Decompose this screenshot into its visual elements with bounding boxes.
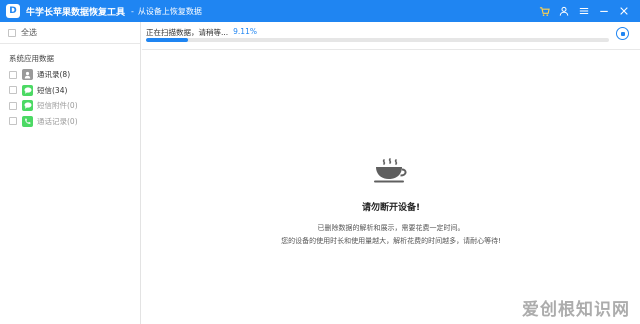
center-message-line1: 已删除数据的解析和展示，需要花费一定时间。 — [317, 224, 465, 232]
center-title: 请勿断开设备! — [361, 203, 421, 213]
stop-icon — [620, 31, 625, 36]
contacts-icon — [22, 69, 33, 81]
cart-icon[interactable] — [534, 0, 554, 22]
app-subtitle: 从设备上恢复数据 — [137, 6, 202, 16]
minimize-icon[interactable] — [594, 0, 614, 22]
window-controls — [534, 0, 634, 22]
section-title: 系统应用数据 — [9, 54, 54, 63]
stop-scan-button[interactable] — [616, 27, 629, 40]
select-all-row[interactable]: 全选 — [0, 22, 140, 44]
progress-fill — [146, 38, 189, 42]
sidebar: 全选 系统应用数据 通讯录(8) 短信(34) 短信附件(0) 通话记录(0) — [0, 22, 141, 324]
item-label: 短信附件(0) — [37, 101, 78, 111]
item-label: 通讯录(8) — [37, 70, 71, 80]
close-icon[interactable] — [614, 0, 634, 22]
title-bar: D 牛学长苹果数据恢复工具 - 从设备上恢复数据 — [0, 0, 640, 22]
attachment-icon — [22, 100, 33, 112]
item-checkbox[interactable] — [9, 117, 17, 126]
category-list: 通讯录(8) 短信(34) 短信附件(0) 通话记录(0) — [0, 67, 140, 129]
app-logo-icon: D — [6, 4, 20, 18]
menu-icon[interactable] — [574, 0, 594, 22]
list-item-contacts[interactable]: 通讯录(8) — [0, 67, 140, 83]
coffee-cup-icon — [374, 158, 407, 183]
center-message-line2: 您的设备的使用时长和使用量越大，解析花费的时间越多，请耐心等待! — [281, 237, 501, 245]
list-item-sms[interactable]: 短信(34) — [0, 83, 140, 99]
progress-bar — [146, 38, 609, 42]
phone-icon — [22, 115, 33, 127]
scan-status: 正在扫描数据，请稍等... 9.11% — [146, 27, 257, 38]
main-panel: 正在扫描数据，请稍等... 9.11% 请勿断开设备! 已删除数据的解析和展示，… — [142, 22, 640, 324]
scan-progress-percent: 9.11% — [233, 27, 257, 36]
scan-status-text: 正在扫描数据，请稍等... — [146, 28, 229, 37]
item-checkbox[interactable] — [9, 86, 17, 95]
title-separator: - — [131, 6, 134, 16]
list-item-attachments[interactable]: 短信附件(0) — [0, 98, 140, 114]
sms-icon — [22, 84, 33, 96]
user-icon[interactable] — [554, 0, 574, 22]
divider — [142, 49, 640, 50]
app-title: 牛学长苹果数据恢复工具 — [26, 7, 126, 18]
item-label: 通话记录(0) — [37, 116, 78, 126]
select-all-label: 全选 — [21, 28, 37, 37]
list-item-calls[interactable]: 通话记录(0) — [0, 114, 140, 130]
item-checkbox[interactable] — [9, 101, 17, 110]
item-checkbox[interactable] — [9, 70, 17, 79]
item-label: 短信(34) — [37, 85, 68, 95]
select-all-checkbox[interactable] — [8, 28, 16, 37]
watermark-text: 爱创根知识网 — [522, 300, 630, 320]
